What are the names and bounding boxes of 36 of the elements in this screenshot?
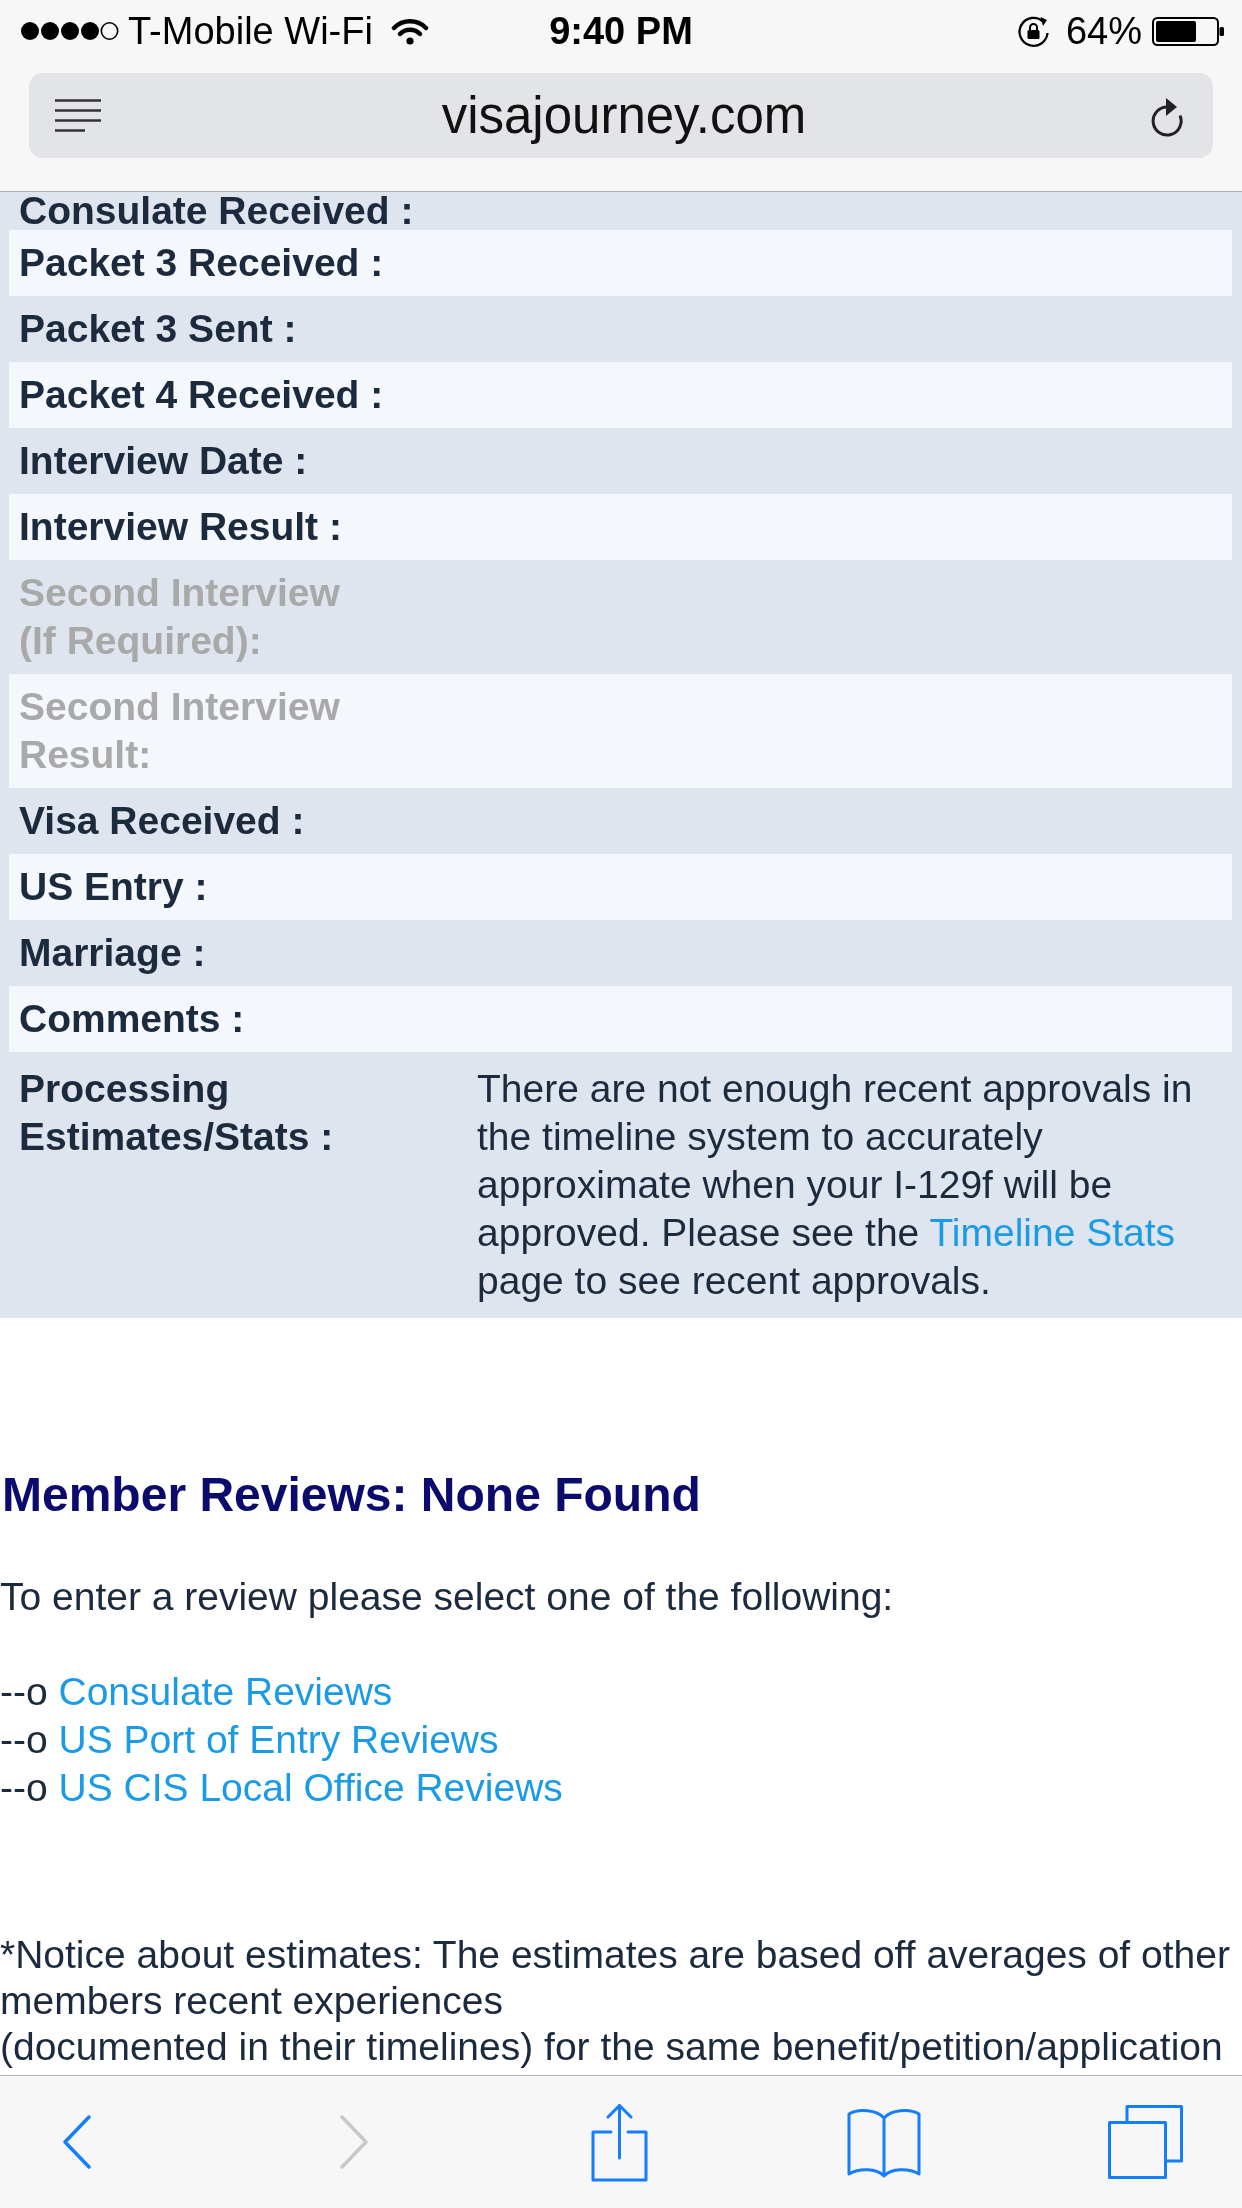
wifi-icon (390, 17, 429, 45)
field-value: There are not enough recent approvals in the timeline system to accurately approximate when your I-129f will be approved. Please see the Timeline Stats page to see recent approvals. (477, 1066, 1194, 1304)
field-label: Processing Estimates/Stats : (18, 1066, 335, 1160)
field-label: Packet 4 Received : (18, 372, 385, 418)
review-link[interactable]: Consulate Reviews (58, 1670, 393, 1713)
field-label: Second Interview Result: (18, 684, 341, 778)
back-icon[interactable] (62, 2115, 92, 2169)
tabs-icon[interactable] (1108, 2105, 1183, 2179)
battery-icon (1152, 16, 1225, 46)
share-icon[interactable] (591, 2102, 648, 2182)
book-icon[interactable] (847, 2106, 921, 2178)
address-field[interactable]: visajourney.com (29, 73, 1213, 158)
field-label: Interview Date : (18, 438, 309, 484)
review-link[interactable]: US Port of Entry Reviews (58, 1718, 499, 1761)
list-prefix: --o (0, 1670, 48, 1713)
clock-time: 9:40 PM (549, 9, 693, 53)
field-label: Second Interview (If Required): (18, 570, 341, 664)
field-label: Marriage : (18, 930, 207, 976)
battery-percentage: 64% (1065, 9, 1142, 53)
intro-text: To enter a review please select one of the following: (0, 1574, 895, 1620)
field-label: Visa Received : (18, 798, 306, 844)
field-label: Comments : (18, 996, 246, 1042)
review-link[interactable]: US CIS Local Office Reviews (58, 1766, 563, 1809)
text-link[interactable]: Timeline Stats (929, 1211, 1176, 1254)
carrier-name: T-Mobile Wi-Fi (128, 9, 373, 53)
field-label: US Entry : (18, 864, 209, 910)
field-label: Packet 3 Received : (18, 240, 385, 286)
section-heading: Member Reviews: None Found (1, 1467, 702, 1523)
signal-icon (20, 21, 119, 41)
list-prefix: --o (0, 1718, 48, 1761)
text-lines-icon[interactable] (55, 99, 101, 132)
field-label: Interview Result : (18, 504, 343, 550)
field-label: Packet 3 Sent : (18, 306, 298, 352)
notice-text: *Notice about estimates: The estimates are based off averages of other members recent experiences (documented in their timelines) for the same benefit/petition/application (0, 1932, 1231, 2070)
list-prefix: --o (0, 1766, 48, 1809)
field-label: Consulate Received : (18, 192, 415, 230)
